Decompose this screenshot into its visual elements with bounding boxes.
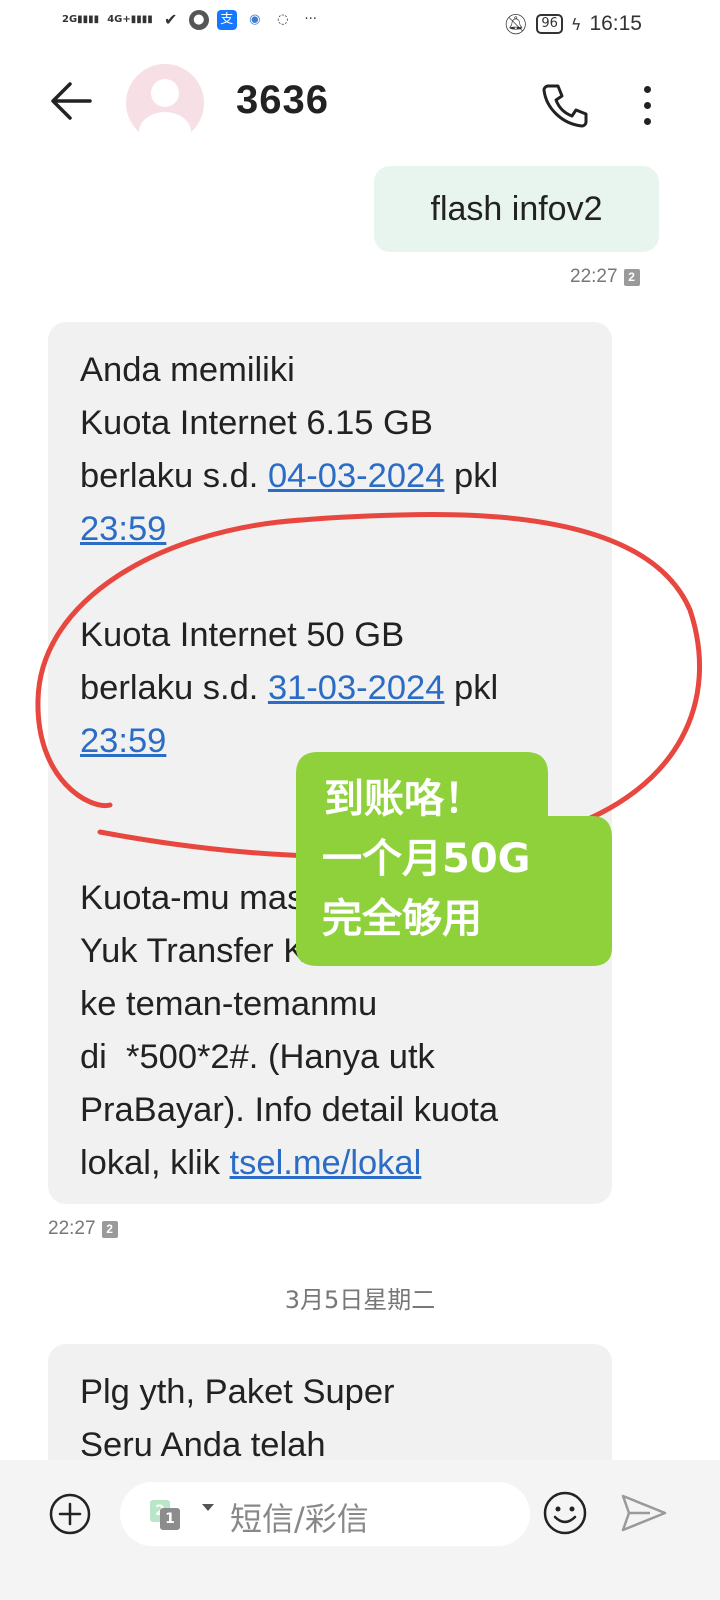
emoji-icon[interactable] bbox=[542, 1490, 588, 1536]
sticker-line-1: 到账咯！ bbox=[324, 776, 484, 822]
input-placeholder: 短信/彩信 bbox=[230, 1500, 369, 1538]
date-separator: 3月5日星期二 bbox=[284, 1286, 436, 1314]
sticker-line-3: 完全够用 bbox=[322, 896, 482, 942]
add-attachment-icon[interactable] bbox=[48, 1492, 92, 1536]
sim-1-icon: 1 bbox=[160, 1508, 180, 1530]
sticker-line-2: 一个月50G bbox=[322, 836, 531, 882]
send-icon[interactable] bbox=[620, 1492, 668, 1534]
chevron-down-icon[interactable] bbox=[202, 1504, 214, 1511]
green-sticker-annotation: 到账咯！ 一个月50G 完全够用 bbox=[296, 752, 612, 966]
message-input[interactable]: 2 1 短信/彩信 bbox=[120, 1482, 530, 1546]
compose-bar: 2 1 短信/彩信 bbox=[0, 1460, 720, 1600]
sim-selector[interactable]: 2 1 bbox=[150, 1500, 190, 1530]
message-line: Plg yth, Paket Super bbox=[80, 1373, 395, 1411]
